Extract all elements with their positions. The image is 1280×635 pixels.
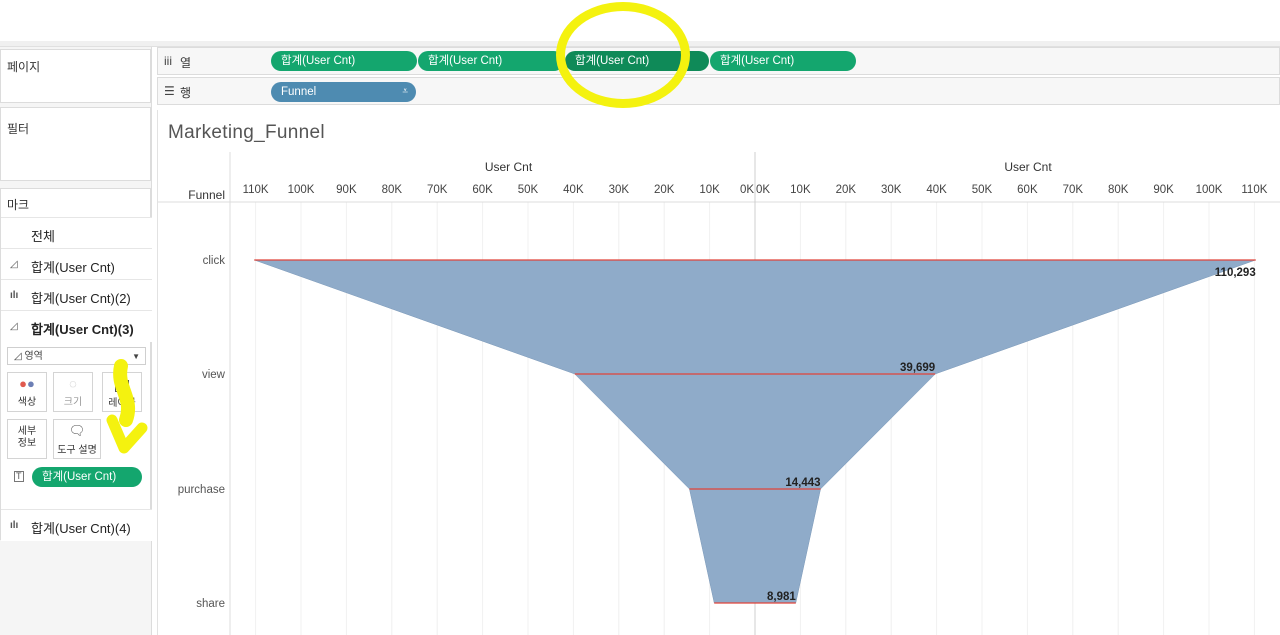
tick-label: 50K	[972, 184, 993, 196]
columns-shelf-label: 열	[180, 56, 192, 70]
rows-icon: ☰	[164, 84, 175, 98]
column-pill-4[interactable]: 합계(User Cnt)	[710, 51, 856, 71]
tick-label: 10K	[699, 184, 720, 196]
tick-label: 60K	[472, 184, 493, 196]
category-label: purchase	[178, 484, 225, 496]
marks-title: 마크	[7, 198, 30, 212]
tick-label: 100K	[1196, 184, 1223, 196]
filters-title: 필터	[7, 122, 30, 136]
marks-item-label: 합계(User Cnt)(4)	[31, 521, 131, 536]
color-button-label: 색상	[17, 397, 37, 408]
rows-shelf[interactable]: ☰ 행 Funnel ⩡	[157, 77, 1280, 105]
row-pill-funnel[interactable]: Funnel ⩡	[271, 82, 416, 102]
tick-label: 90K	[336, 184, 357, 196]
marks-item-2[interactable]: ılı 합계(User Cnt)(2)	[1, 279, 152, 311]
tick-label: 70K	[1063, 184, 1084, 196]
data-label: 14,443	[785, 477, 820, 489]
data-label: 110,293	[1215, 267, 1256, 279]
tooltip-button[interactable]: 🗨 도구 설명	[53, 419, 101, 459]
marks-item-3[interactable]: ◿ 합계(User Cnt)(3)	[1, 310, 152, 342]
detail-button-label: 세부 정보	[17, 426, 37, 449]
rows-shelf-label: 행	[180, 86, 192, 100]
data-label: 39,699	[900, 362, 935, 374]
detail-button[interactable]: 세부 정보	[7, 419, 47, 459]
tick-label: 30K	[609, 184, 630, 196]
tick-label: 80K	[1108, 184, 1129, 196]
tick-label: 110K	[243, 184, 269, 196]
row-header-title: Funnel	[188, 188, 225, 202]
tick-label: 10K	[790, 184, 811, 196]
color-button[interactable]: ●● 색상	[7, 372, 47, 412]
size-button-label: 크기	[63, 397, 83, 408]
bar-icon: ılı	[10, 520, 19, 531]
area-icon: ◿	[14, 351, 25, 362]
right-axis-title: User Cnt	[1004, 160, 1052, 174]
left-panel: 페이지 필터 마크 전체 ◿ 합계(User Cnt) ılı 합계(User …	[0, 47, 152, 635]
sort-icon: ⩡	[402, 86, 408, 97]
area-icon: ◿	[10, 259, 18, 270]
column-pill-2[interactable]: 합계(User Cnt)	[418, 51, 564, 71]
mark-type-value: 영역	[24, 351, 43, 362]
marks-item-label: 합계(User Cnt)	[31, 260, 115, 275]
size-button[interactable]: ◌ 크기	[53, 372, 93, 412]
marks-item-label: 합계(User Cnt)(2)	[31, 291, 131, 306]
marks-item-label: 전체	[31, 229, 55, 244]
tick-label: 90K	[1153, 184, 1174, 196]
columns-shelf[interactable]: iii 열 합계(User Cnt) 합계(User Cnt) 합계(User …	[157, 47, 1280, 75]
tick-label: 70K	[427, 184, 448, 196]
tick-label: 0K	[740, 184, 754, 196]
color-dots-icon: ●●	[19, 376, 35, 391]
tick-label: 0K	[756, 184, 770, 196]
funnel-chart[interactable]: User Cnt User Cnt Funnel 110K 100K 90K 80K 70K 6…	[158, 110, 1280, 635]
area-icon: ◿	[10, 321, 18, 332]
marks-item-1[interactable]: ◿ 합계(User Cnt)	[1, 248, 152, 280]
tick-label: 60K	[1017, 184, 1038, 196]
tooltip-button-label: 도구 설명	[57, 445, 97, 456]
text-label-icon: T	[14, 471, 24, 482]
filters-card[interactable]: 필터	[0, 107, 151, 181]
data-label: 8,981	[767, 591, 796, 603]
category-label: view	[202, 369, 226, 381]
tick-label: 20K	[836, 184, 857, 196]
tick-label: 40K	[563, 184, 584, 196]
size-icon: ◌	[69, 376, 77, 391]
marks-item-all[interactable]: 전체	[1, 217, 152, 249]
columns-icon: iii	[164, 54, 172, 68]
tick-label: 20K	[654, 184, 675, 196]
highlight-annotation-arrow	[106, 359, 148, 454]
funnel-area	[254, 259, 1256, 604]
category-label: share	[196, 598, 225, 610]
tick-label: 80K	[382, 184, 403, 196]
marks-item-4[interactable]: ılı 합계(User Cnt)(4)	[1, 509, 152, 541]
pages-title: 페이지	[7, 60, 41, 74]
pages-card[interactable]: 페이지	[0, 49, 151, 103]
category-label: click	[203, 255, 226, 267]
tick-label: 40K	[926, 184, 947, 196]
tick-label: 100K	[288, 184, 315, 196]
tick-label: 50K	[518, 184, 539, 196]
speech-bubble-icon: 🗨	[68, 423, 86, 438]
tick-label: 30K	[881, 184, 902, 196]
column-pill-1[interactable]: 합계(User Cnt)	[271, 51, 417, 71]
row-pill-label: Funnel	[281, 86, 317, 98]
highlight-annotation-circle	[556, 2, 690, 108]
bar-icon: ılı	[10, 290, 19, 301]
marks-item-label: 합계(User Cnt)(3)	[31, 322, 134, 337]
label-field-pill[interactable]: 합계(User Cnt)	[32, 467, 142, 487]
tick-label: 110K	[1241, 184, 1267, 196]
left-axis-title: User Cnt	[485, 160, 533, 174]
viz-area: Marketing_Funnel User Cnt User Cnt Funnel 1…	[157, 110, 1280, 635]
